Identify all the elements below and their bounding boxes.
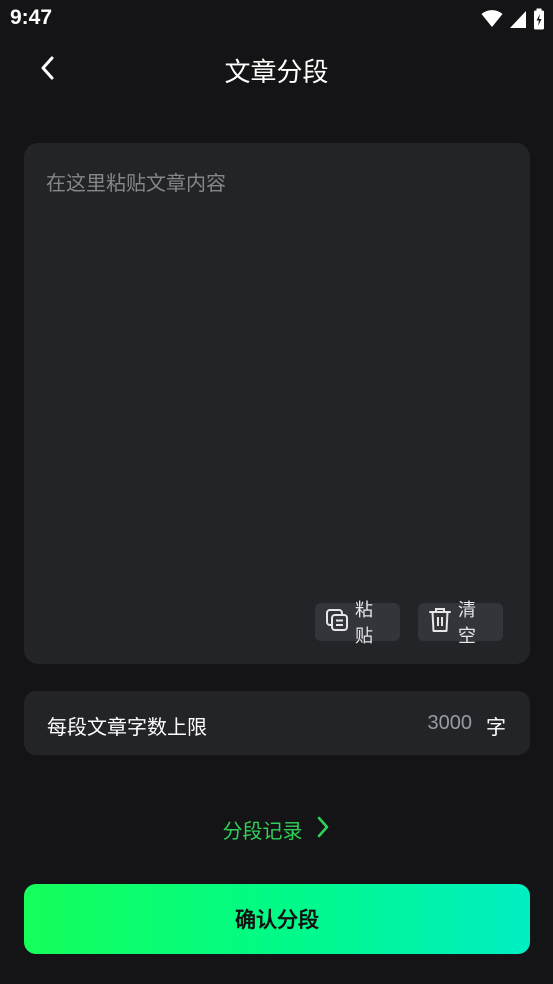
page-title: 文章分段 xyxy=(224,58,329,88)
screen: 9:47 文章分段 在这里粘贴文章内容 粘贴 清空 每段文章字数上限 3000 … xyxy=(0,0,553,984)
article-text-input[interactable] xyxy=(24,143,530,583)
wifi-icon xyxy=(481,9,503,33)
clear-label: 清空 xyxy=(458,600,476,647)
article-editor-card: 粘贴 清空 xyxy=(24,143,530,664)
header: 文章分段 xyxy=(0,38,553,102)
trash-icon xyxy=(428,607,452,637)
word-limit-label: 每段文章字数上限 xyxy=(47,715,207,739)
chevron-right-icon xyxy=(315,815,331,843)
segment-history-label: 分段记录 xyxy=(222,818,303,843)
word-limit-input[interactable]: 3000 xyxy=(402,712,473,735)
status-bar: 9:47 xyxy=(0,0,553,38)
word-limit-unit: 字 xyxy=(486,715,506,739)
confirm-segment-button[interactable]: 确认分段 xyxy=(24,884,530,954)
paste-button[interactable]: 粘贴 xyxy=(315,600,400,647)
clear-button[interactable]: 清空 xyxy=(418,600,503,647)
paste-label: 粘贴 xyxy=(355,600,373,647)
word-limit-row: 每段文章字数上限 3000 字 xyxy=(24,691,530,755)
battery-icon xyxy=(533,8,545,34)
confirm-segment-label: 确认分段 xyxy=(235,908,319,932)
status-icons xyxy=(481,8,545,34)
signal-icon xyxy=(509,9,527,33)
paste-icon xyxy=(325,608,349,636)
segment-history-link[interactable]: 分段记录 xyxy=(0,812,553,846)
status-time: 9:47 xyxy=(10,6,53,29)
